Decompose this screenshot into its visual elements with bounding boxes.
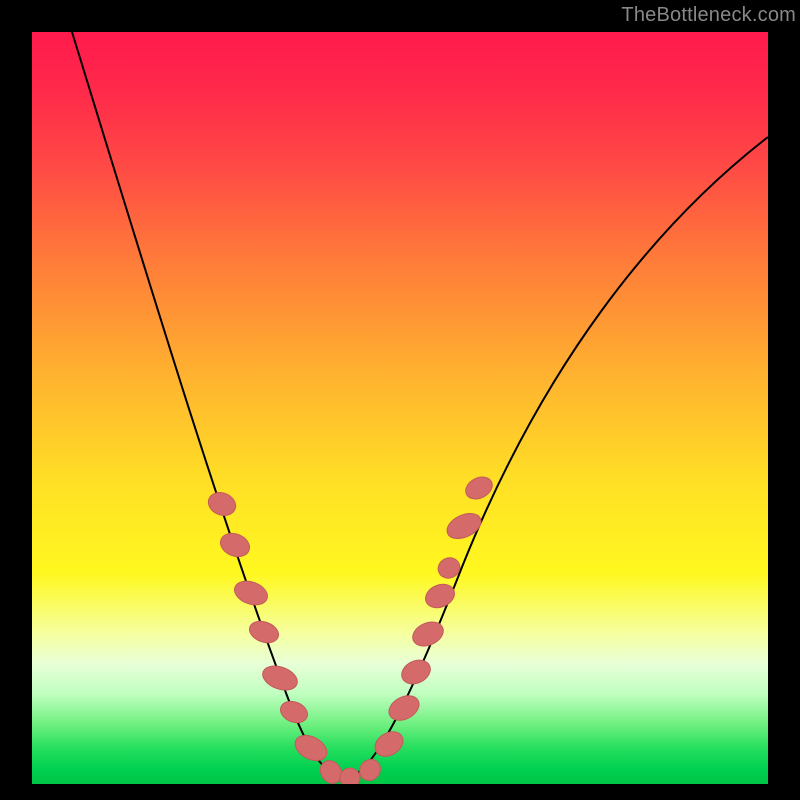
curve-marker [277,697,310,726]
curve-marker [398,656,435,689]
curve-marker [217,529,253,561]
curve-marker [443,508,485,543]
curve-marker [340,768,360,784]
curve-marker [291,730,331,765]
curve-markers-group [205,473,496,784]
curve-marker [259,662,300,695]
curve-marker [422,580,458,612]
outer-frame: TheBottleneck.com [0,0,800,800]
curve-marker [370,727,407,762]
curve-marker [205,489,239,520]
plot-area [32,32,768,784]
curve-marker [231,577,270,609]
chart-svg [32,32,768,784]
watermark-text: TheBottleneck.com [621,4,796,27]
curve-marker [246,617,281,646]
curve-marker [385,691,424,725]
curve-marker [409,617,447,650]
